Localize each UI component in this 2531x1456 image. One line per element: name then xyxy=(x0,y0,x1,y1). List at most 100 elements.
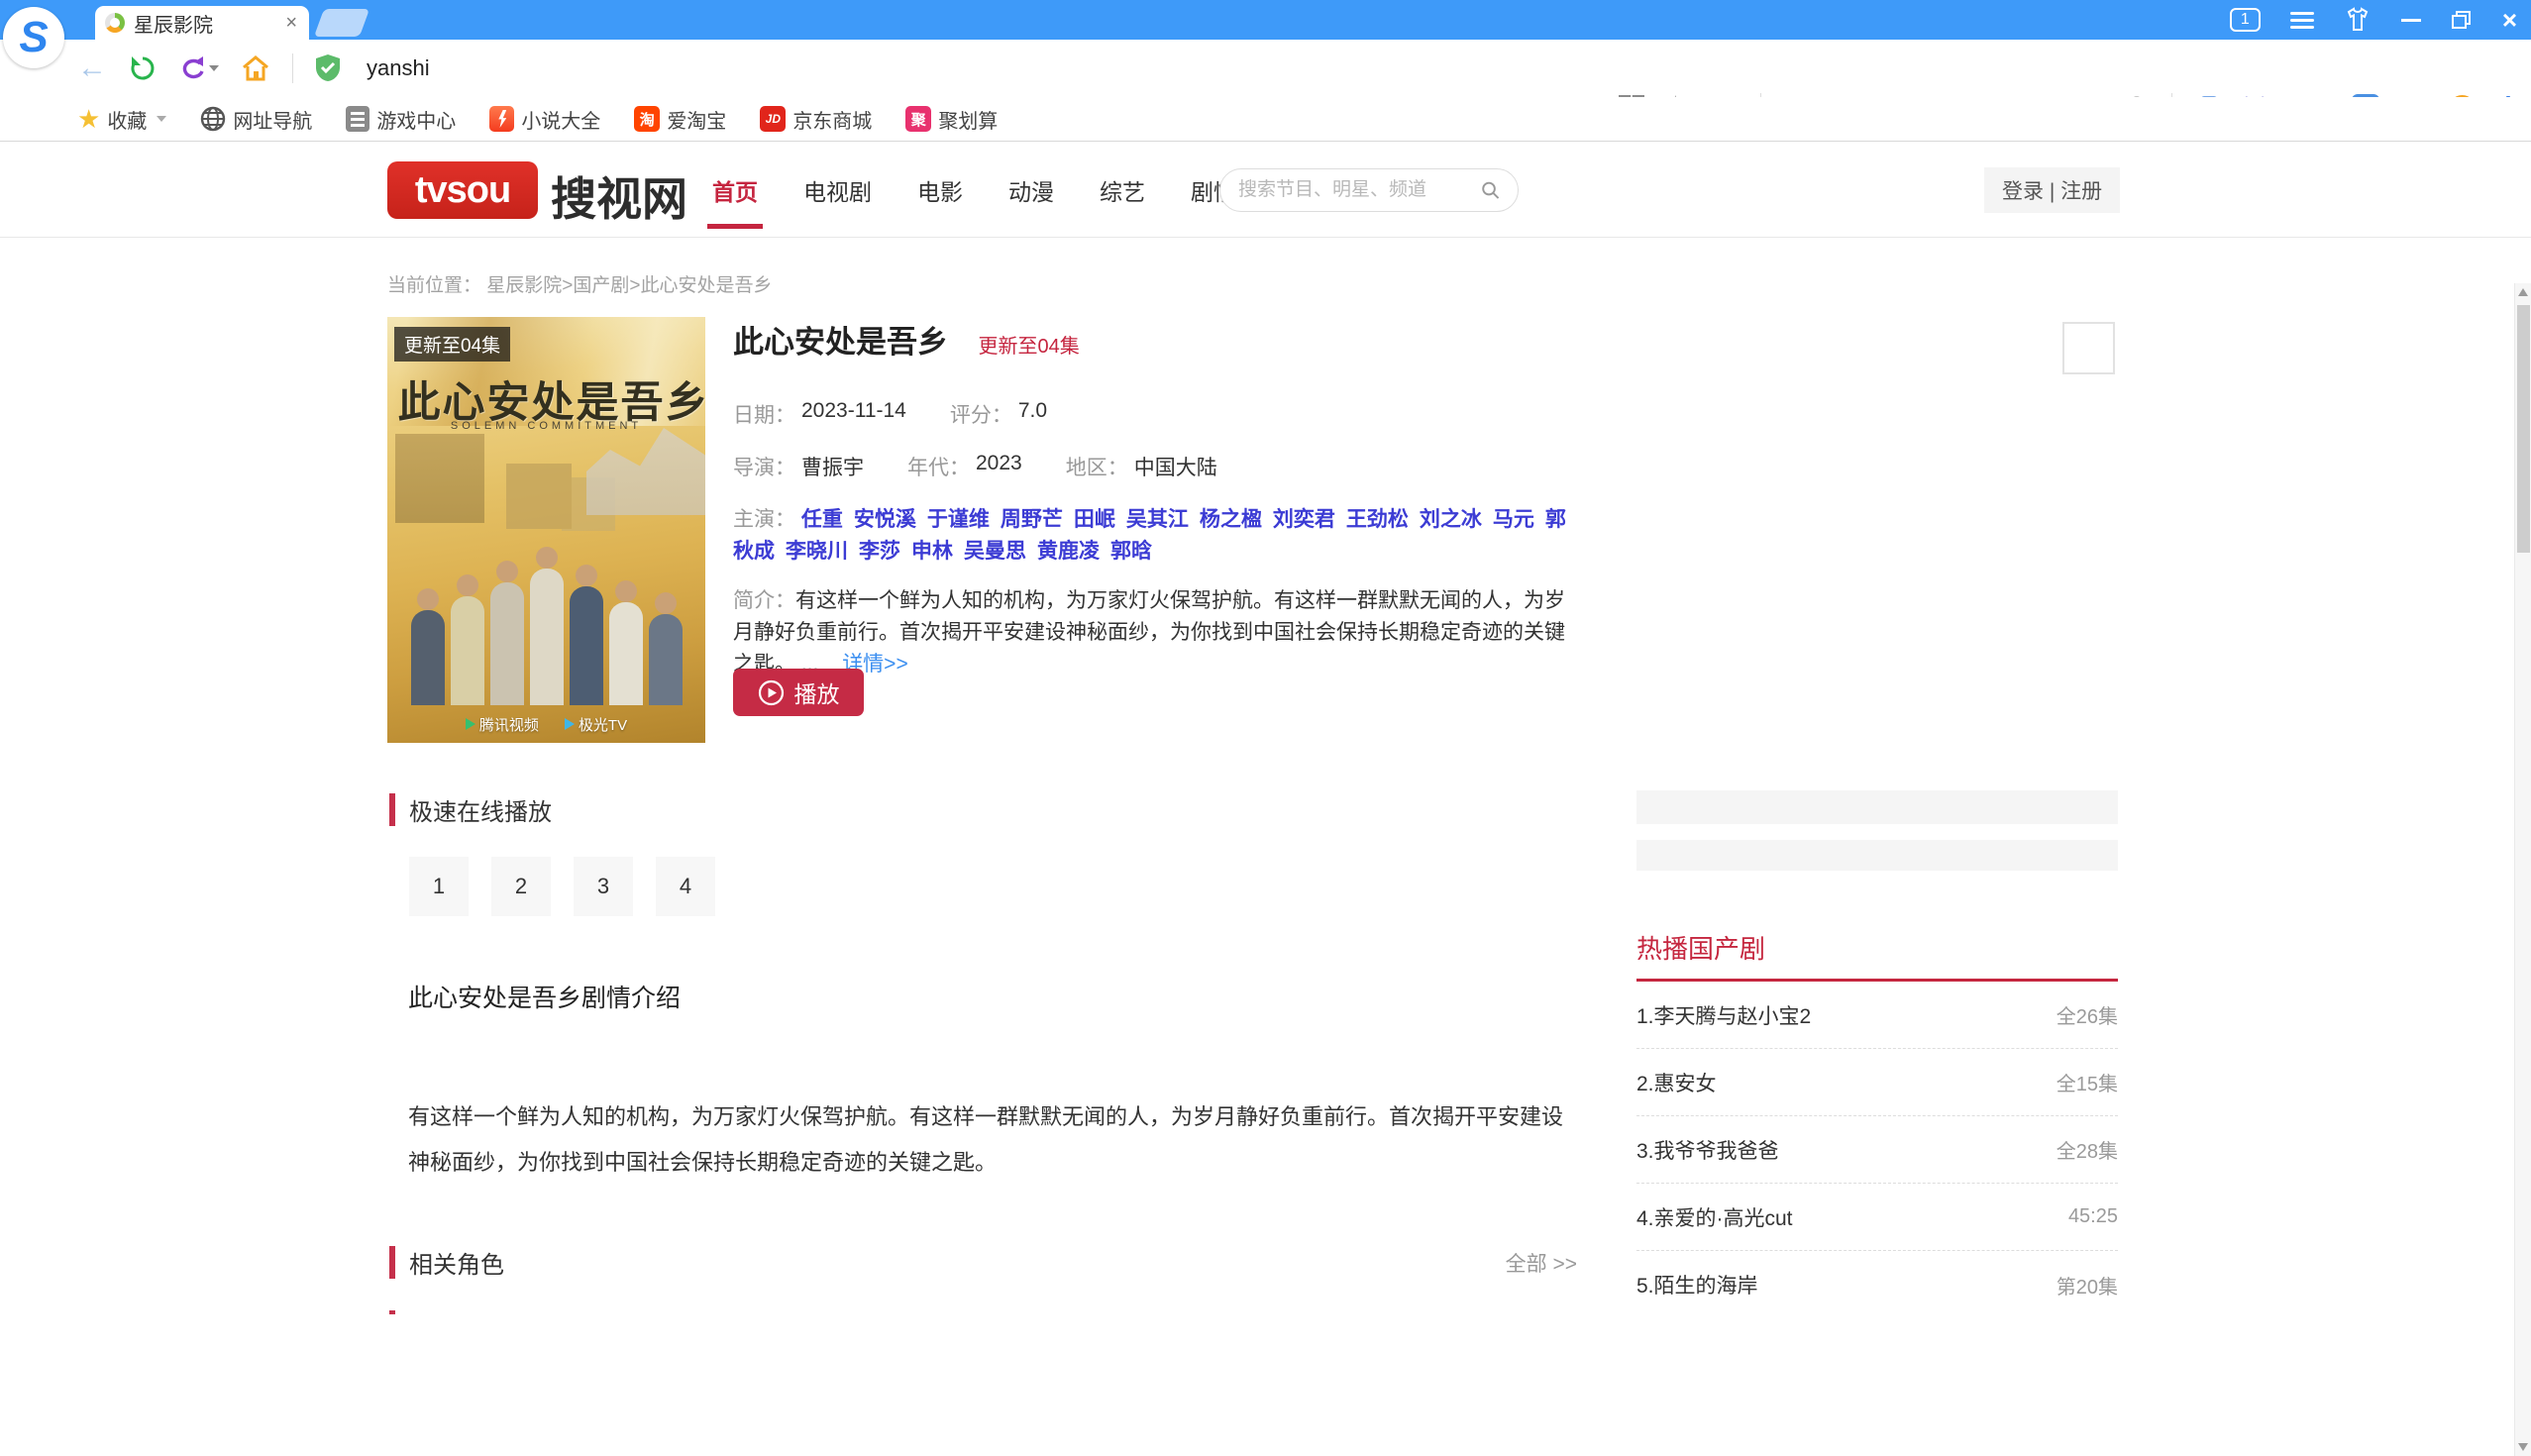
cast-link[interactable]: 吴其江 xyxy=(1126,508,1189,531)
undo-dropdown-caret[interactable] xyxy=(209,65,219,71)
section-related-roles: 相关角色 全部 >> xyxy=(389,1245,1577,1280)
favorites-dropdown-caret[interactable] xyxy=(157,116,166,122)
site-search-icon[interactable] xyxy=(1481,179,1500,201)
close-button[interactable]: × xyxy=(2502,5,2517,36)
site-search-input[interactable] xyxy=(1238,179,1481,201)
breadcrumb: 当前位置： 星辰影院>国产剧>此心安处是吾乡 xyxy=(387,270,772,297)
show-detail-info: 此心安处是吾乡 更新至04集 日期：2023-11-14 评分：7.0 导演：曹… xyxy=(733,317,1581,680)
episode-button[interactable]: 3 xyxy=(574,857,633,916)
cast-link[interactable]: 李晓川 xyxy=(786,540,848,563)
skin-theme-icon[interactable] xyxy=(2344,7,2372,33)
synopsis: 简介：有这样一个鲜为人知的机构，为万家灯火保驾护航。有这样一群默默无闻的人，为岁… xyxy=(733,585,1575,680)
scrollbar-up-arrow[interactable] xyxy=(2518,288,2528,296)
bookmark-site-nav[interactable]: 网址导航 xyxy=(200,105,312,134)
cast-link[interactable]: 安悦溪 xyxy=(854,508,916,531)
ad-placeholder-bar xyxy=(1636,790,2118,824)
bookmark-novels[interactable]: 小说大全 xyxy=(489,105,600,134)
nav-variety[interactable]: 综艺 xyxy=(1098,173,1147,207)
jd-icon: JD xyxy=(760,106,786,132)
cast-link[interactable]: 吴曼思 xyxy=(964,540,1026,563)
episode-button[interactable]: 4 xyxy=(656,857,715,916)
cast-link[interactable]: 马元 xyxy=(1493,508,1534,531)
cast-link[interactable]: 王劲松 xyxy=(1346,508,1409,531)
address-bar-url[interactable]: yanshi xyxy=(367,55,430,81)
tab-close-icon[interactable]: × xyxy=(283,13,299,33)
nav-tv-series[interactable]: 电视剧 xyxy=(801,173,874,207)
nav-movies[interactable]: 电影 xyxy=(915,173,965,207)
list-item[interactable]: 2.惠安女全15集 xyxy=(1636,1049,2118,1116)
bookmark-taobao[interactable]: 淘 爱淘宝 xyxy=(634,105,726,134)
star-icon: ★ xyxy=(77,106,100,132)
year: 2023 xyxy=(976,452,1022,481)
cast-link[interactable]: 周野芒 xyxy=(1001,508,1063,531)
page-scrollbar[interactable] xyxy=(2514,283,2531,1456)
sogou-browser-logo[interactable]: S xyxy=(3,7,64,68)
web-page: tvsou 搜视网 首页 电视剧 电影 动漫 综艺 剧情 登录 | 注册 当前位… xyxy=(0,142,2531,1314)
cast-link[interactable]: 杨之楹 xyxy=(1200,508,1262,531)
list-item[interactable]: 5.陌生的海岸第20集 xyxy=(1636,1251,2118,1318)
region: 中国大陆 xyxy=(1134,452,1217,481)
scrollbar-thumb[interactable] xyxy=(2517,305,2530,553)
play-button[interactable]: 播放 xyxy=(733,669,864,716)
hot-list-title: 热播国产剧 xyxy=(1636,929,1765,966)
browser-tab[interactable]: 星辰影院 × xyxy=(95,6,309,40)
hot-drama-list: 1.李天腾与赵小宝2全26集 2.惠安女全15集 3.我爷爷我爸爸全28集 4.… xyxy=(1636,982,2118,1318)
cast-link[interactable]: 黄鹿凌 xyxy=(1037,540,1100,563)
bookmark-jd[interactable]: JD 京东商城 xyxy=(760,105,872,134)
list-item[interactable]: 4.亲爱的·高光cut45:25 xyxy=(1636,1184,2118,1251)
meta-date-rating: 日期：2023-11-14 评分：7.0 xyxy=(733,399,1581,429)
list-item[interactable]: 1.李天腾与赵小宝2全26集 xyxy=(1636,982,2118,1049)
poster-art xyxy=(395,434,484,523)
browser-menu-icon[interactable] xyxy=(2290,12,2314,29)
cast-link[interactable]: 申林 xyxy=(911,540,953,563)
list-item[interactable]: 3.我爷爷我爸爸全28集 xyxy=(1636,1116,2118,1184)
undo-icon[interactable] xyxy=(178,55,219,81)
episode-button[interactable]: 1 xyxy=(409,857,469,916)
update-status: 更新至04集 xyxy=(978,336,1079,358)
cast-link[interactable]: 郭晗 xyxy=(1110,540,1152,563)
section-accent-bar xyxy=(389,1246,395,1279)
cast-link[interactable]: 刘奕君 xyxy=(1273,508,1335,531)
cast-link[interactable]: 刘之冰 xyxy=(1420,508,1482,531)
cast-link[interactable]: 李莎 xyxy=(859,540,900,563)
login-register-button[interactable]: 登录 | 注册 xyxy=(1984,167,2120,213)
scrollbar-down-arrow[interactable] xyxy=(2518,1443,2528,1451)
back-icon[interactable]: ← xyxy=(77,53,107,83)
cast-list: 主演： 任重安悦溪于谨维周野芒田岷吴其江杨之楹刘奕君王劲松刘之冰马元郭秋成李晓川… xyxy=(733,504,1581,568)
site-safety-shield-icon[interactable] xyxy=(315,53,341,83)
novel-icon xyxy=(489,106,514,132)
cast-link[interactable]: 于谨维 xyxy=(927,508,990,531)
minimize-button[interactable] xyxy=(2401,19,2421,22)
site-name[interactable]: 搜视网 xyxy=(551,163,687,229)
site-search-box[interactable] xyxy=(1219,168,1519,212)
nav-home[interactable]: 首页 xyxy=(710,173,760,207)
tab-count-badge[interactable]: 1 xyxy=(2230,8,2261,32)
refresh-icon[interactable] xyxy=(129,54,157,82)
bookmark-game-center[interactable]: 游戏中心 xyxy=(346,105,456,134)
restore-button[interactable] xyxy=(2451,10,2473,30)
toolbar-separator xyxy=(292,53,293,83)
cast-link[interactable]: 田岷 xyxy=(1074,508,1115,531)
rating-value: 7.0 xyxy=(1018,399,1047,429)
window-controls: 1 × xyxy=(2230,0,2517,40)
nav-anime[interactable]: 动漫 xyxy=(1006,173,1056,207)
episode-button[interactable]: 2 xyxy=(491,857,551,916)
poster-subtitle: SOLEMN COMMITMENT xyxy=(451,420,642,432)
site-nav: 首页 电视剧 电影 动漫 综艺 剧情 xyxy=(710,142,1238,238)
director: 曹振宇 xyxy=(801,452,864,481)
poster-platform-logos: 腾讯视频 极光TV xyxy=(387,714,705,735)
section-accent-bar xyxy=(389,793,395,826)
home-icon[interactable] xyxy=(241,54,270,82)
bookmark-juhuasuan[interactable]: 聚 聚划算 xyxy=(905,105,998,134)
new-tab-button[interactable] xyxy=(314,9,369,37)
cast-link[interactable]: 任重 xyxy=(801,508,843,531)
show-poster[interactable]: 此心安处是吾乡 SOLEMN COMMITMENT 腾讯视频 极光TV 更新至0… xyxy=(387,317,705,743)
tvsou-logo[interactable]: tvsou xyxy=(387,161,538,219)
ad-placeholder-bar xyxy=(1636,840,2118,871)
plot-text: 有这样一个鲜为人知的机构，为万家灯火保驾护航。有这样一群默默无闻的人，为岁月静好… xyxy=(408,1094,1579,1186)
view-all-link[interactable]: 全部 >> xyxy=(1506,1248,1577,1278)
tab-title: 星辰影院 xyxy=(134,9,274,38)
next-section-bar xyxy=(389,1310,395,1314)
bookmark-favorites[interactable]: ★ 收藏 xyxy=(77,105,166,134)
show-title: 此心安处是吾乡 xyxy=(733,317,948,362)
